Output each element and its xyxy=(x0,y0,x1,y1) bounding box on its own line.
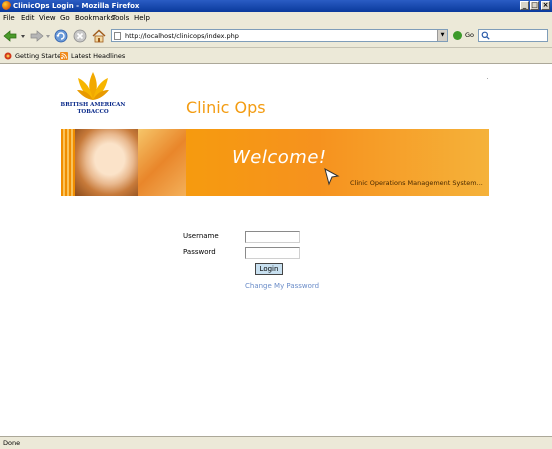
address-bar[interactable]: http://localhost/clinicops/index.php ▼ xyxy=(111,29,448,42)
status-text: Done xyxy=(3,439,21,447)
change-password-link[interactable]: Change My Password xyxy=(245,281,319,291)
firefox-icon xyxy=(2,1,11,10)
leaf-logo-icon xyxy=(77,72,109,100)
password-label: Password xyxy=(183,248,216,256)
login-button[interactable]: Login xyxy=(255,263,283,275)
title-bar: ClinicOps Login - Mozilla Firefox _ □ × xyxy=(0,0,552,12)
forward-dropdown-icon[interactable] xyxy=(45,28,51,44)
minimize-button[interactable]: _ xyxy=(520,1,529,10)
menu-file[interactable]: File xyxy=(3,14,15,23)
welcome-banner: Welcome! Clinic Operations Management Sy… xyxy=(61,129,489,196)
app-title: Clinic Ops xyxy=(186,98,266,117)
menu-view[interactable]: View xyxy=(39,14,56,23)
forward-icon[interactable] xyxy=(29,28,45,44)
logo-text: BRITISH AMERICAN TOBACCO xyxy=(60,102,126,115)
menu-edit[interactable]: Edit xyxy=(21,14,35,23)
back-icon[interactable] xyxy=(2,28,18,44)
menu-bookmarks[interactable]: Bookmarks xyxy=(75,14,114,23)
username-input[interactable] xyxy=(245,231,300,243)
password-input[interactable] xyxy=(245,247,300,259)
back-dropdown-icon[interactable] xyxy=(20,28,26,44)
bookmark-label: Getting Started xyxy=(15,52,66,60)
menu-bar: File Edit View Go Bookmarks Tools Help xyxy=(0,12,552,26)
navigation-toolbar: http://localhost/clinicops/index.php ▼ G… xyxy=(0,25,552,48)
go-label: Go xyxy=(465,31,475,39)
window-title: ClinicOps Login - Mozilla Firefox xyxy=(13,2,140,10)
home-icon[interactable] xyxy=(91,28,107,44)
reload-icon[interactable] xyxy=(53,28,69,44)
page-dot xyxy=(487,78,488,79)
banner-subtitle: Clinic Operations Management System... xyxy=(350,179,483,187)
menu-go[interactable]: Go xyxy=(60,14,70,23)
address-text: http://localhost/clinicops/index.php xyxy=(125,32,239,40)
banner-welcome-text: Welcome! xyxy=(232,147,327,168)
stop-icon[interactable] xyxy=(72,28,88,44)
bookmark-label: Latest Headlines xyxy=(71,52,126,60)
search-engine-icon[interactable] xyxy=(481,31,490,40)
menu-help[interactable]: Help xyxy=(134,14,150,23)
banner-photo xyxy=(75,129,138,196)
getting-started-icon xyxy=(4,52,12,60)
banner-stripes xyxy=(61,129,75,196)
page-content: BRITISH AMERICAN TOBACCO Clinic Ops Welc… xyxy=(0,64,552,436)
bat-logo: BRITISH AMERICAN TOBACCO xyxy=(60,70,130,120)
search-box[interactable] xyxy=(478,29,548,42)
page-icon xyxy=(114,32,121,40)
menu-tools[interactable]: Tools xyxy=(112,14,129,23)
maximize-button[interactable]: □ xyxy=(530,1,539,10)
cursor-arrow-icon xyxy=(324,168,340,186)
bookmarks-toolbar: Getting Started Latest Headlines xyxy=(0,48,552,64)
rss-feed-icon xyxy=(60,52,68,60)
address-dropdown-icon[interactable]: ▼ xyxy=(437,30,447,41)
username-label: Username xyxy=(183,232,219,240)
bookmark-latest-headlines[interactable]: Latest Headlines xyxy=(60,51,125,61)
close-button[interactable]: × xyxy=(541,1,550,10)
status-bar: Done xyxy=(0,436,552,449)
go-icon xyxy=(453,31,462,40)
banner-glass-image xyxy=(138,129,186,196)
bookmark-getting-started[interactable]: Getting Started xyxy=(4,51,65,61)
